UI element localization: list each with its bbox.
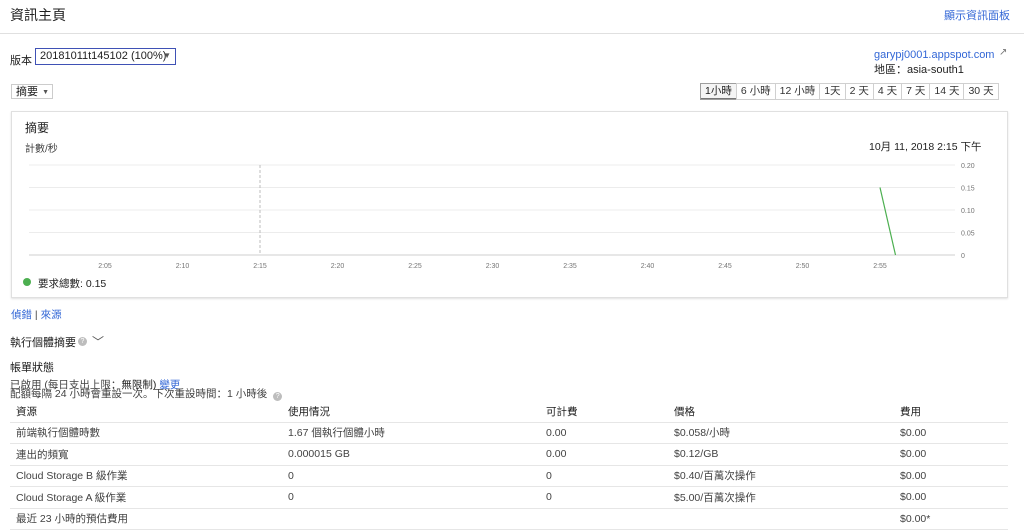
table-cell: $0.40/百萬次操作 xyxy=(668,465,894,487)
table-row: Cloud Storage B 級作業 0 0 $0.40/百萬次操作 $0.0… xyxy=(10,465,1008,487)
column-header-billable: 可計費 xyxy=(540,401,668,423)
x-tick-label: 2:25 xyxy=(408,263,422,270)
legend-label: 要求總數: 0.15 xyxy=(38,278,107,290)
table-row: 連出的頻寬 0.000015 GB 0.00 $0.12/GB $0.00 xyxy=(10,443,1008,466)
help-icon[interactable]: ? xyxy=(273,392,283,401)
table-cell: $5.00/百萬次操作 xyxy=(668,486,894,509)
table-cell: 1.67 個執行個體小時 xyxy=(282,422,540,444)
x-tick-label: 2:55 xyxy=(873,263,887,270)
series-line-requests xyxy=(879,187,897,256)
table-cell: $0.058/小時 xyxy=(668,422,894,444)
table-cell: 0 xyxy=(282,465,540,487)
help-icon[interactable]: ? xyxy=(78,337,87,346)
table-header-row: 資源 使用情況 可計費 價格 費用 xyxy=(10,401,1008,423)
column-header-price: 價格 xyxy=(668,401,894,423)
table-cell xyxy=(540,508,668,530)
table-cell: 0.00 xyxy=(540,443,668,466)
debug-link[interactable]: 偵錯 xyxy=(11,309,32,321)
chart-links: 偵錯 | 來源 xyxy=(11,307,62,322)
quota-reset-text: 配額每隔 24 小時會重設一次。下次重設時間：1 小時後 xyxy=(10,388,268,400)
table-cell: 0 xyxy=(540,465,668,487)
instances-summary-title: 執行個體摘要 xyxy=(10,337,76,349)
billing-table: 資源 使用情況 可計費 價格 費用 前端執行個體時數 1.67 個執行個體小時 … xyxy=(10,401,1008,530)
quota-reset-line: 配額每隔 24 小時會重設一次。下次重設時間：1 小時後 ? xyxy=(10,386,283,401)
table-row: Cloud Storage A 級作業 0 0 $5.00/百萬次操作 $0.0… xyxy=(10,486,1008,509)
table-cell: $0.00 xyxy=(894,486,1008,509)
table-cell: Cloud Storage A 級作業 xyxy=(10,486,282,509)
y-tick-label: 0 xyxy=(961,253,965,260)
x-tick-label: 2:50 xyxy=(796,263,810,270)
x-tick-label: 2:40 xyxy=(641,263,655,270)
table-cell: 0.000015 GB xyxy=(282,443,540,466)
billing-status-title: 帳單狀態 xyxy=(10,362,54,374)
table-cell xyxy=(282,508,540,530)
table-cell: $0.12/GB xyxy=(668,443,894,466)
y-tick-label: 0.05 xyxy=(961,231,975,238)
chevron-down-icon[interactable]: ﹀ xyxy=(92,333,104,350)
table-cell: 前端執行個體時數 xyxy=(10,422,282,444)
x-tick-label: 2:45 xyxy=(718,263,732,270)
y-tick-label: 0.15 xyxy=(961,186,975,193)
y-tick-label: 0.10 xyxy=(961,208,975,215)
x-tick-label: 2:05 xyxy=(98,263,112,270)
table-cell xyxy=(668,508,894,530)
legend-swatch xyxy=(23,278,31,286)
table-cell: 0 xyxy=(282,486,540,509)
column-header-resource: 資源 xyxy=(10,401,282,423)
source-link[interactable]: 來源 xyxy=(41,309,62,321)
table-cell: $0.00 xyxy=(894,443,1008,466)
table-cell: 0 xyxy=(540,486,668,509)
x-tick-label: 2:10 xyxy=(176,263,190,270)
table-cell: 最近 23 小時的預估費用 xyxy=(10,508,282,530)
column-header-usage: 使用情況 xyxy=(282,401,540,423)
table-cell: 連出的頻寬 xyxy=(10,443,282,466)
y-tick-label: 0.20 xyxy=(961,163,975,170)
table-row: 最近 23 小時的預估費用 $0.00* xyxy=(10,508,1008,530)
table-cell: 0.00 xyxy=(540,422,668,444)
x-tick-label: 2:30 xyxy=(486,263,500,270)
table-cell: $0.00 xyxy=(894,422,1008,444)
x-tick-label: 2:20 xyxy=(331,263,345,270)
table-cell: $0.00* xyxy=(894,508,1008,530)
summary-chart[interactable]: 0 0.05 0.10 0.15 0.20 2:05 2:10 2:15 2:20 2:25 2:3… xyxy=(0,0,1024,300)
table-cell: Cloud Storage B 級作業 xyxy=(10,465,282,487)
table-cell: $0.00 xyxy=(894,465,1008,487)
column-header-cost: 費用 xyxy=(894,401,1008,423)
table-row: 前端執行個體時數 1.67 個執行個體小時 0.00 $0.058/小時 $0.… xyxy=(10,422,1008,444)
x-tick-label: 2:15 xyxy=(253,263,267,270)
x-tick-label: 2:35 xyxy=(563,263,577,270)
